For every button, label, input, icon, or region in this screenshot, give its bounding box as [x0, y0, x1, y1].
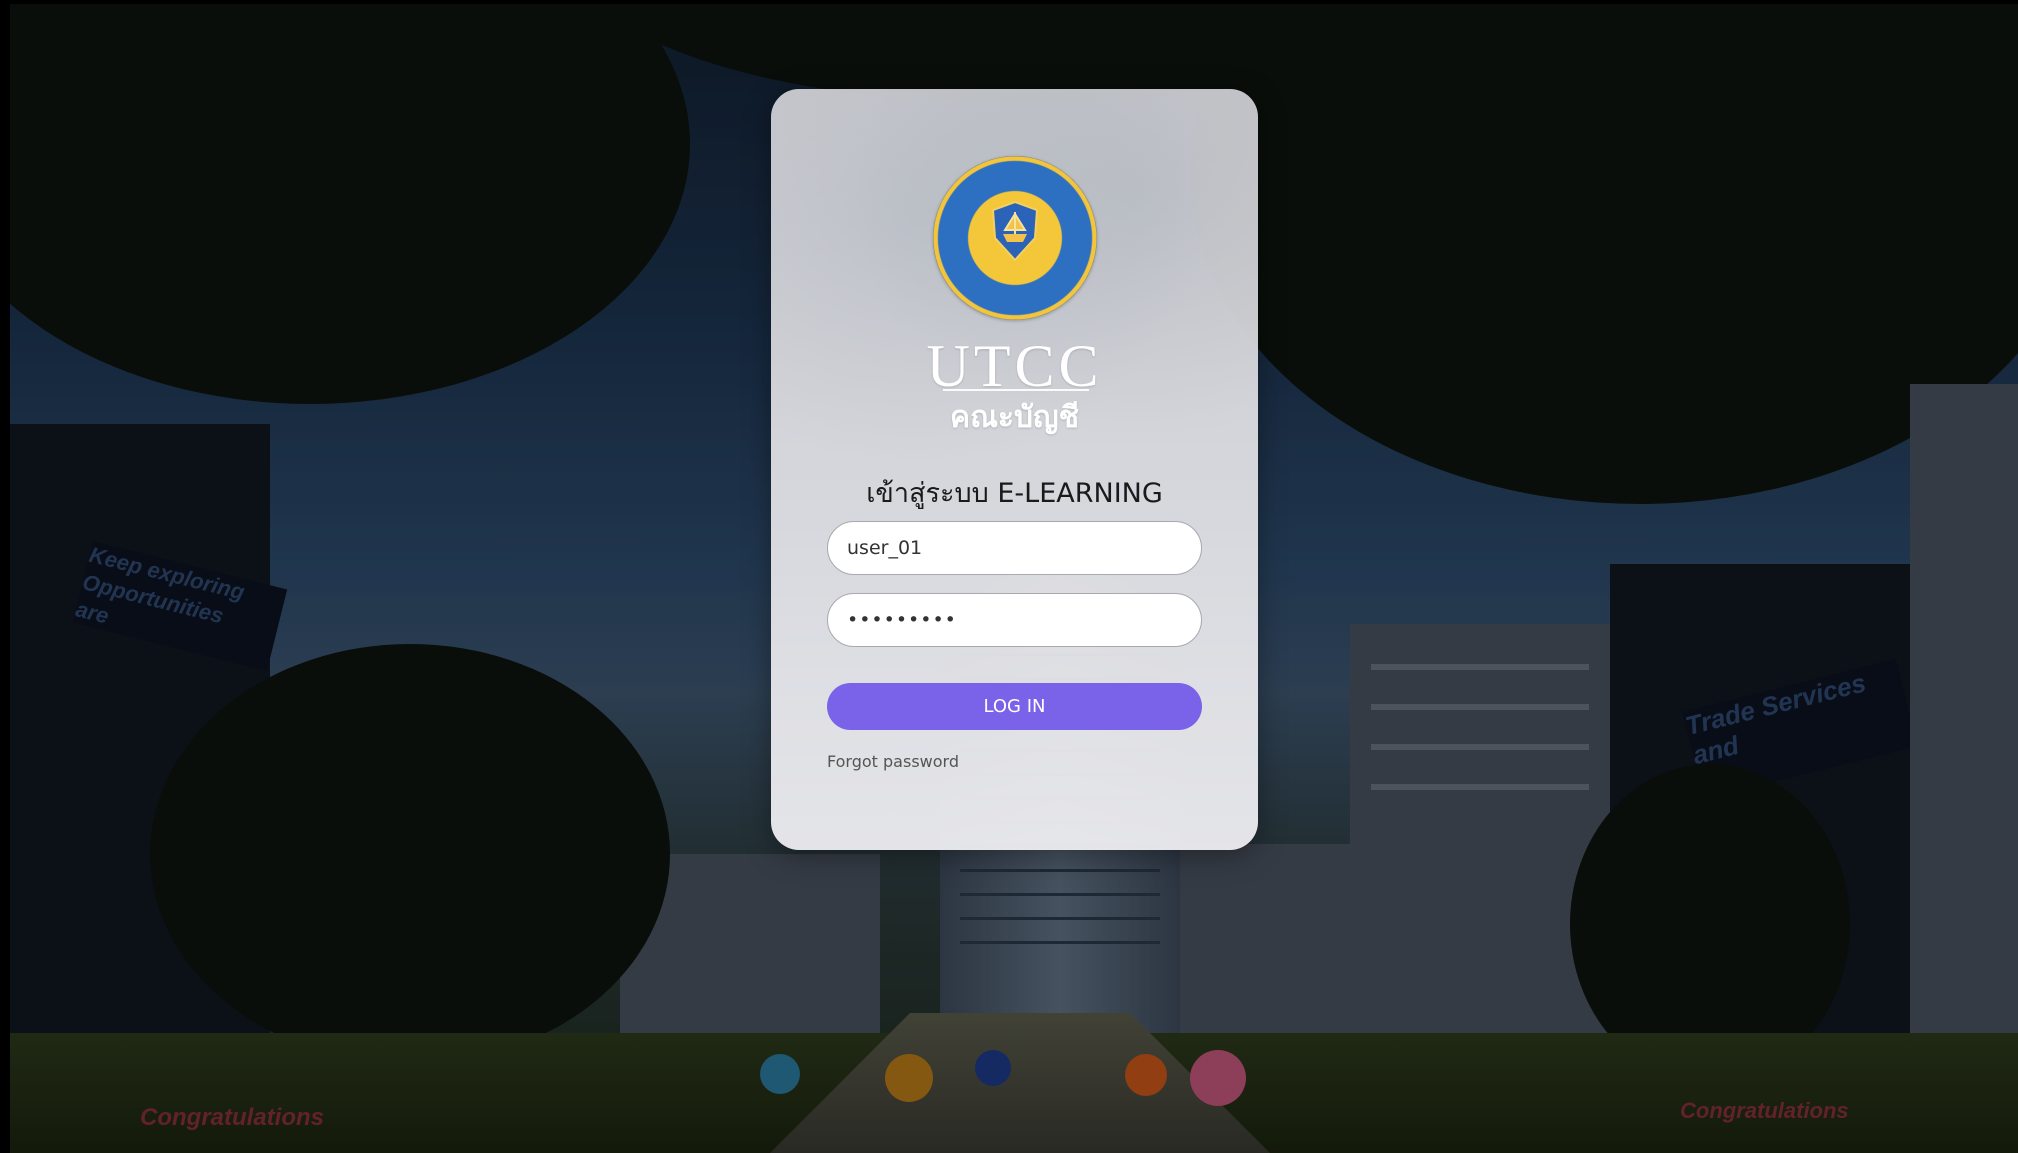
password-input[interactable]: •••••••••: [827, 593, 1202, 647]
login-heading: เข้าสู่ระบบ E-LEARNING: [866, 478, 1163, 509]
login-button[interactable]: LOG IN: [827, 683, 1202, 730]
faculty-name: คณะบัญชี: [950, 400, 1079, 435]
password-value: •••••••••: [847, 609, 957, 631]
username-input[interactable]: user_01: [827, 521, 1202, 575]
logo-divider: [943, 389, 1089, 391]
login-card: UTCC คณะบัญชี เข้าสู่ระบบ E-LEARNING use…: [771, 89, 1258, 850]
ship-emblem-icon: [991, 200, 1039, 262]
university-seal-logo: [933, 156, 1097, 320]
forgot-password-link[interactable]: Forgot password: [827, 752, 959, 771]
username-value: user_01: [847, 537, 923, 559]
